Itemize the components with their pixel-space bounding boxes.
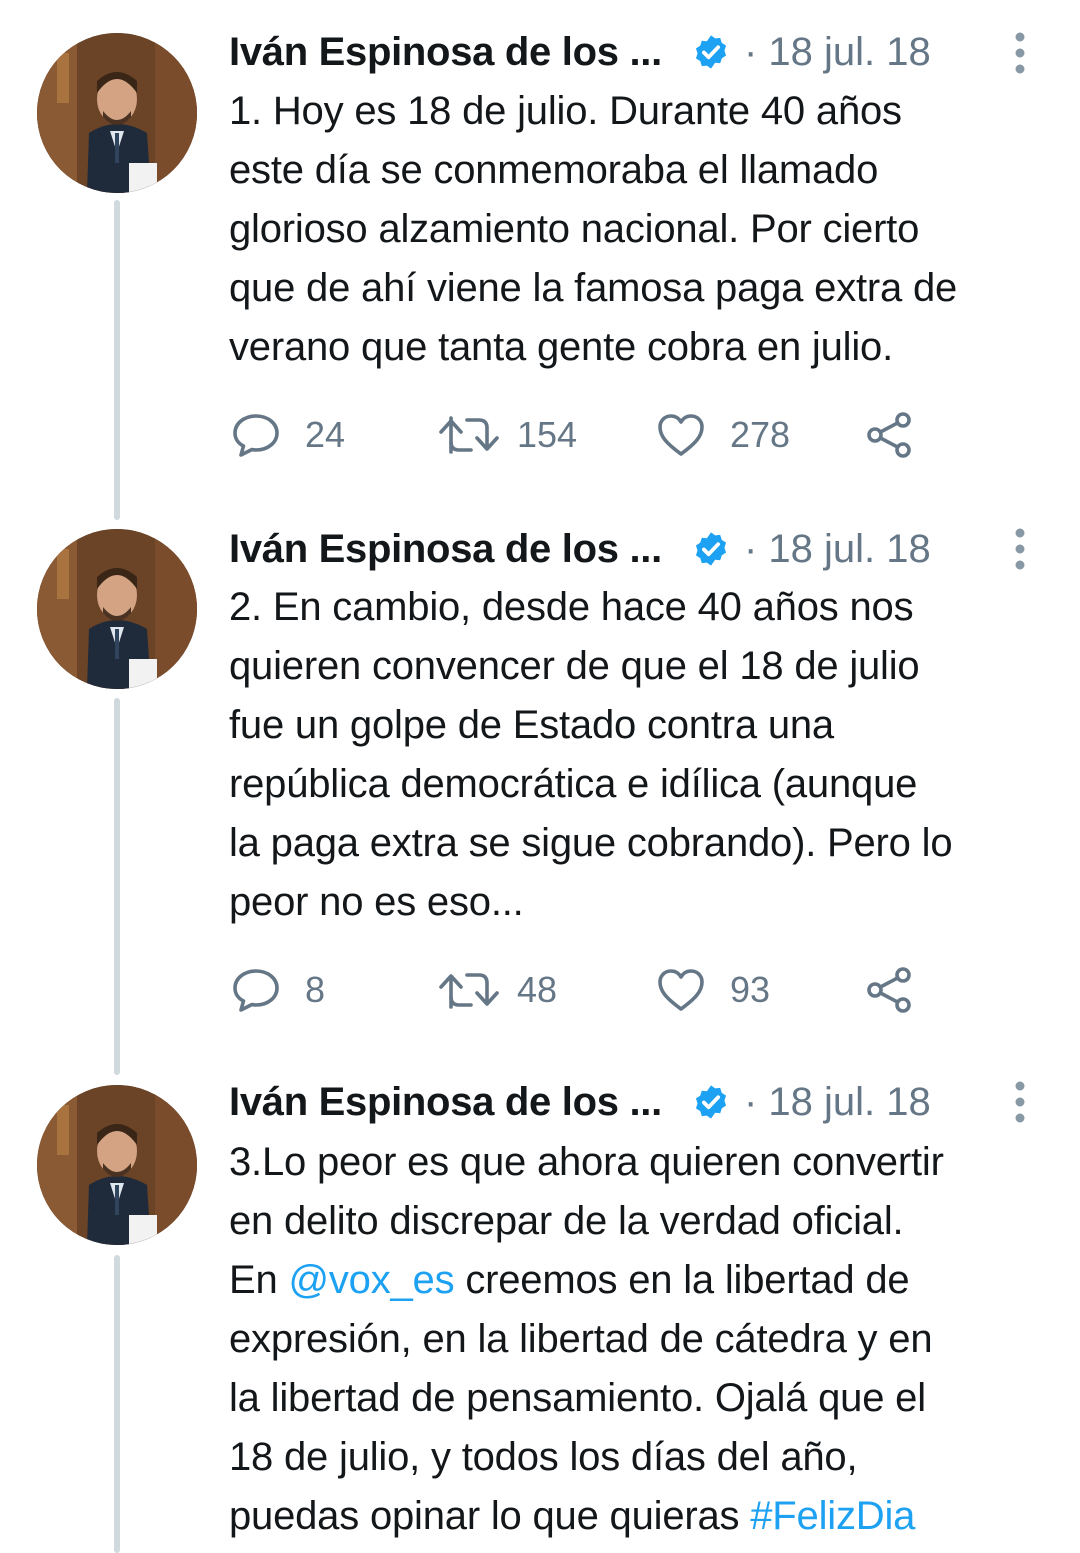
tweet-text-line: puedas opinar lo que quieras #FelizDia — [229, 1487, 1059, 1546]
tweet-text-line: la libertad de pensamiento. Ojalá que el — [229, 1376, 926, 1420]
author-name[interactable]: Iván Espinosa de los ... — [229, 527, 662, 572]
tweet-header: Iván Espinosa de los ... · 18 jul. 18 — [229, 1072, 1049, 1132]
tweet-text-line: fue un golpe de Estado contra una — [229, 703, 834, 747]
tweet-text-line: quieren convencer de que el 18 de julio — [229, 644, 920, 688]
tweet-3[interactable]: Iván Espinosa de los ... · 18 jul. 18 3.… — [0, 1075, 1080, 1553]
verified-badge-icon — [695, 1085, 726, 1119]
reply-icon — [233, 414, 279, 457]
like-button[interactable]: 278 — [656, 405, 790, 465]
tweet-text-line: 18 de julio, y todos los días del año, — [229, 1435, 858, 1479]
tweet-text-line: En @vox_es creemos en la libertad de — [229, 1251, 1059, 1310]
reply-icon — [233, 969, 279, 1012]
hashtag-link[interactable]: #FelizDia — [750, 1494, 915, 1538]
text-segment: En — [229, 1258, 289, 1302]
like-count: 93 — [730, 969, 771, 1010]
tweet-text-line: 1. Hoy es 18 de julio. Durante 40 años — [229, 89, 902, 133]
tweet-text-line: glorioso alzamiento nacional. Por cierto — [229, 207, 920, 251]
tweet-text-line: 3.Lo peor es que ahora quieren convertir — [229, 1140, 944, 1184]
reply-button[interactable]: 24 — [231, 405, 345, 465]
tweet-text: 2. En cambio, desde hace 40 años nos qui… — [229, 578, 1059, 932]
avatar-image — [37, 1085, 197, 1245]
retweet-count: 154 — [517, 414, 578, 455]
tweet-actions: 24 154 278 — [229, 405, 1049, 465]
tweet-header: Iván Espinosa de los ... · 18 jul. 18 — [229, 519, 1049, 579]
mention-link[interactable]: @vox_es — [288, 1258, 454, 1302]
tweet-actions: 8 48 93 — [229, 960, 1049, 1020]
more-options-icon[interactable] — [1012, 30, 1028, 76]
more-options-icon[interactable] — [1012, 526, 1028, 572]
avatar-image — [37, 33, 197, 193]
avatar[interactable] — [37, 1085, 197, 1245]
tweet-text-line: que de ahí viene la famosa paga extra de — [229, 266, 958, 310]
like-count: 278 — [730, 414, 791, 455]
thread-line — [114, 1255, 120, 1553]
thread-line — [114, 200, 120, 520]
share-icon — [867, 412, 911, 458]
tweet-text: 3.Lo peor es que ahora quieren convertir… — [229, 1133, 1059, 1546]
tweet-text-line: verano que tanta gente cobra en julio. — [229, 325, 894, 369]
tweet-date[interactable]: · 18 jul. 18 — [744, 1080, 931, 1125]
retweet-icon — [439, 973, 499, 1009]
tweet-text-line: este día se conmemoraba el llamado — [229, 148, 879, 192]
retweet-count: 48 — [517, 969, 558, 1010]
retweet-button[interactable]: 48 — [439, 960, 557, 1020]
reply-count: 24 — [305, 414, 346, 455]
heart-icon — [658, 414, 704, 456]
retweet-icon — [439, 416, 499, 454]
tweet-text-line: expresión, en la libertad de cátedra y e… — [229, 1317, 933, 1361]
share-button[interactable] — [865, 960, 915, 1020]
more-options-icon[interactable] — [1012, 1079, 1028, 1125]
author-name[interactable]: Iván Espinosa de los ... — [229, 30, 662, 75]
avatar[interactable] — [37, 529, 197, 689]
thread-line — [114, 698, 120, 1075]
share-icon — [867, 967, 911, 1013]
tweet-1[interactable]: Iván Espinosa de los ... · 18 jul. 18 1.… — [0, 0, 1080, 520]
tweet-header: Iván Espinosa de los ... · 18 jul. 18 — [229, 22, 1049, 82]
reply-button[interactable]: 8 — [231, 960, 325, 1020]
retweet-button[interactable]: 154 — [439, 405, 577, 465]
author-name[interactable]: Iván Espinosa de los ... — [229, 1080, 662, 1125]
tweet-date[interactable]: · 18 jul. 18 — [744, 30, 931, 75]
avatar-image — [37, 529, 197, 689]
avatar[interactable] — [37, 33, 197, 193]
tweet-text-line: peor no es eso... — [229, 880, 524, 924]
verified-badge-icon — [695, 35, 726, 69]
share-button[interactable] — [865, 405, 915, 465]
tweet-text-line: 2. En cambio, desde hace 40 años nos — [229, 585, 914, 629]
tweet-2[interactable]: Iván Espinosa de los ... · 18 jul. 18 2.… — [0, 520, 1080, 1075]
tweet-text: 1. Hoy es 18 de julio. Durante 40 años e… — [229, 82, 1059, 377]
tweet-text-line: en delito discrepar de la verdad oficial… — [229, 1199, 904, 1243]
tweet-text-line: la paga extra se sigue cobrando). Pero l… — [229, 821, 953, 865]
text-segment: creemos en la libertad de — [454, 1258, 910, 1302]
reply-count: 8 — [305, 969, 326, 1010]
tweet-date[interactable]: · 18 jul. 18 — [744, 527, 931, 572]
verified-badge-icon — [695, 532, 726, 566]
like-button[interactable]: 93 — [656, 960, 770, 1020]
heart-icon — [658, 969, 704, 1011]
tweet-text-line: república democrática e idílica (aunque — [229, 762, 918, 806]
text-segment: puedas opinar lo que quieras — [229, 1494, 751, 1538]
